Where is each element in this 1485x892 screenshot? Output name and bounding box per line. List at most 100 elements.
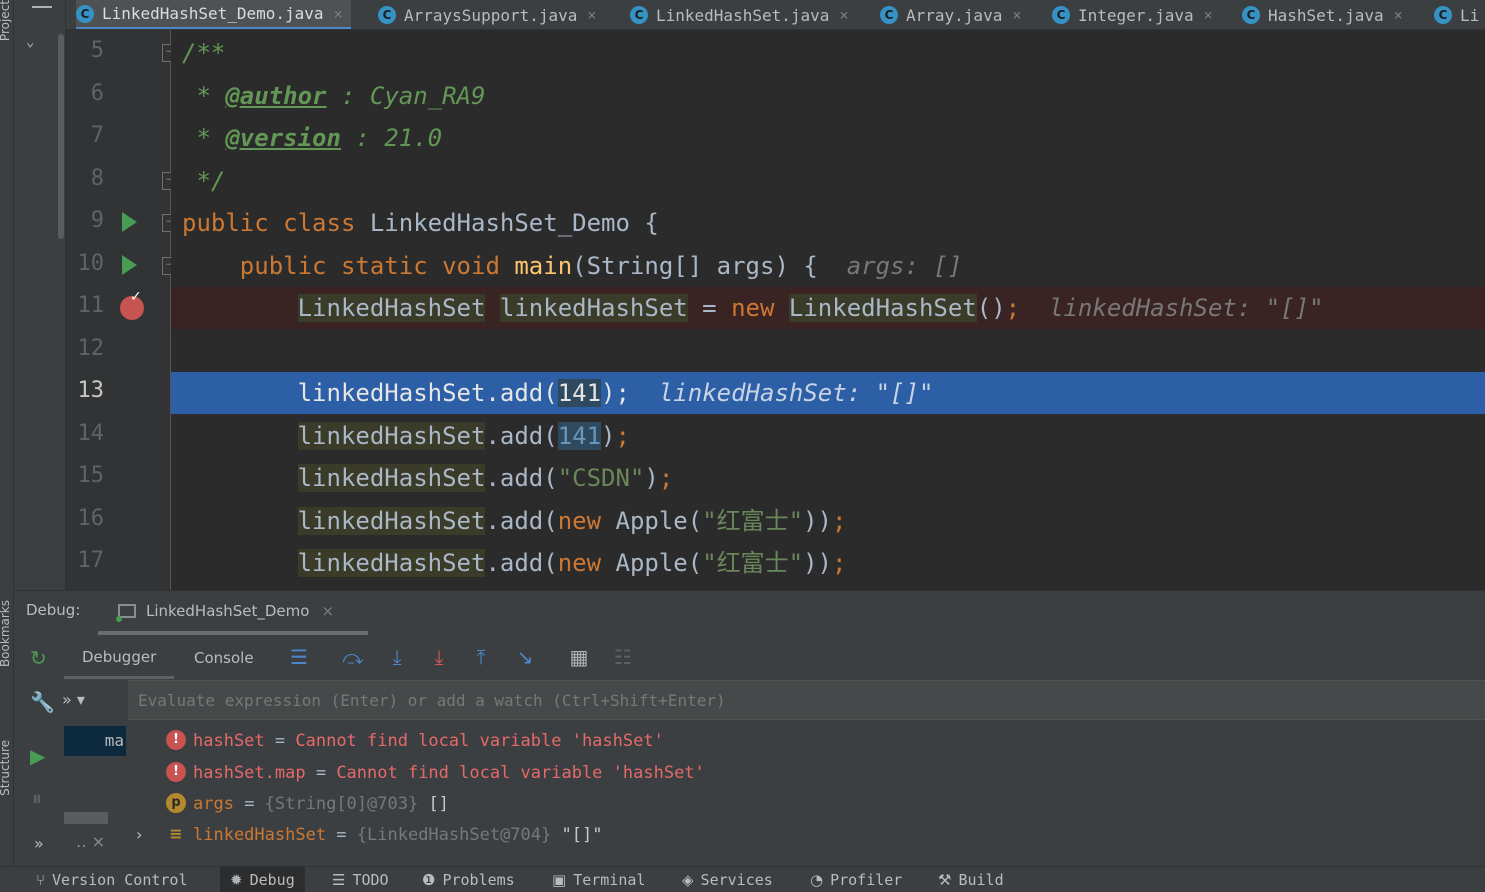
breakpoint-icon[interactable] (120, 289, 144, 320)
code-editor[interactable]: /** * @author : Cyan_RA9 * @version : 21… (171, 30, 1485, 590)
local-variable-icon: ≡ (169, 824, 183, 843)
keyword: static (340, 252, 428, 280)
tool-label: TODO (352, 871, 389, 889)
close-icon[interactable]: × (1204, 6, 1213, 24)
close-icon[interactable]: × (321, 602, 334, 620)
debug-tool-button[interactable]: ✹ Debug (220, 867, 305, 892)
variable-error: Cannot find local variable 'hashSet' (336, 763, 705, 783)
code-text: )) (803, 549, 833, 577)
error-icon: ! (166, 730, 186, 750)
todo-tool-button[interactable]: ☰ TODO (332, 867, 389, 892)
build-tool-button[interactable]: ⚒ Build (938, 867, 1004, 892)
more-actions-icon[interactable]: » (34, 834, 44, 853)
tab-linkedhashset-demo[interactable]: C LinkedHashSet_Demo.java × (76, 0, 351, 29)
tab-linkedhashset[interactable]: C LinkedHashSet.java × (630, 0, 848, 29)
inline-debug-value: linkedHashSet: "[]" (658, 379, 934, 407)
force-step-into-icon[interactable]: ⤓ (426, 645, 452, 669)
variable-name: linkedHashSet (297, 464, 486, 492)
step-into-icon[interactable]: ⤓ (384, 645, 410, 669)
close-icon[interactable]: × (587, 6, 596, 24)
frames-more[interactable]: ‥ × (76, 832, 105, 851)
code-line-7: * @version : 21.0 (171, 117, 1485, 159)
debug-session-tab[interactable]: LinkedHashSet_Demo × (98, 591, 368, 635)
keyword: new (731, 294, 775, 322)
structure-tool-label[interactable]: Structure (0, 740, 12, 796)
tab-overflow[interactable]: C Li (1434, 0, 1479, 29)
semicolon: ; (832, 507, 847, 535)
resume-icon[interactable]: ▶ (30, 744, 45, 768)
close-icon[interactable]: × (334, 5, 343, 23)
bookmarks-tool-label[interactable]: Bookmarks (0, 600, 12, 667)
step-out-icon[interactable]: ⤒ (468, 645, 494, 669)
rerun-icon[interactable]: ↻ (30, 646, 47, 670)
code-line-16: linkedHashSet.add(new Apple("红富士")); (171, 500, 1485, 542)
keyword: class (283, 209, 356, 237)
profiler-tool-button[interactable]: ◔ Profiler (810, 867, 902, 892)
code-line-17: linkedHashSet.add(new Apple("红富士")); (171, 542, 1485, 584)
project-tool-label[interactable]: Project (0, 0, 12, 41)
frames-scrollbar[interactable] (64, 812, 108, 824)
variable-name: args (193, 794, 234, 814)
tab-hashset[interactable]: C HashSet.java × (1242, 0, 1403, 29)
evaluate-expression-icon[interactable]: ▦ (566, 645, 592, 669)
variable-row[interactable]: ! hashSet = Cannot find local variable '… (130, 726, 664, 756)
code-line-15: linkedHashSet.add("CSDN"); (171, 457, 1485, 499)
services-tool-button[interactable]: ◈ Services (682, 867, 773, 892)
run-to-cursor-icon[interactable]: ↘ (512, 645, 538, 669)
project-scrollbar[interactable] (58, 34, 64, 239)
code-line-6: * @author : Cyan_RA9 (171, 75, 1485, 117)
tool-label: Version Control (52, 871, 188, 889)
tab-console[interactable]: Console (176, 637, 272, 679)
close-icon[interactable]: × (1012, 6, 1021, 24)
tab-array[interactable]: C Array.java × (880, 0, 1021, 29)
keyword: new (557, 549, 602, 577)
evaluate-expression-input[interactable]: Evaluate expression (Enter) or add a wat… (128, 680, 1485, 720)
watch-toolbar[interactable]: » ▾ (62, 690, 85, 709)
line-number: 9 (90, 208, 104, 233)
tab-debugger[interactable]: Debugger (64, 637, 175, 679)
number-literal: 141 (557, 422, 602, 450)
settings-wrench-icon[interactable]: 🔧 (30, 690, 55, 714)
doc-tag: @author (225, 82, 327, 110)
variable-value: [] (418, 794, 449, 814)
variable-row[interactable]: › ≡ linkedHashSet = {LinkedHashSet@704} … (130, 820, 602, 850)
class-icon: C (630, 6, 648, 24)
keyword: void (442, 252, 500, 280)
line-number: 12 (77, 336, 105, 361)
tab-arrayssupport[interactable]: C ArraysSupport.java × (378, 0, 596, 29)
variable-row[interactable]: ! hashSet.map = Cannot find local variab… (130, 758, 705, 788)
chevron-down-icon[interactable]: ⌄ (26, 34, 34, 50)
tab-integer[interactable]: C Integer.java × (1052, 0, 1213, 29)
minimize-icon[interactable] (32, 6, 52, 8)
keyword: public (182, 209, 269, 237)
chevron-right-icon[interactable]: › (136, 820, 142, 850)
close-icon[interactable]: × (1394, 6, 1403, 24)
step-over-icon[interactable]: ⤼ (340, 645, 366, 669)
run-main-icon[interactable] (122, 255, 137, 275)
run-class-icon[interactable] (122, 212, 137, 232)
pause-icon[interactable]: ⏸ (32, 786, 42, 810)
editor-tab-bar: C LinkedHashSet_Demo.java × C ArraysSupp… (66, 0, 1485, 30)
variable-name: hashSet.map (193, 763, 306, 783)
variable-row[interactable]: p args = {String[0]@703} [] (130, 789, 449, 819)
variable-type: {LinkedHashSet@704} (356, 825, 552, 845)
session-icon (116, 604, 136, 622)
version-control-button[interactable]: ⑂ Version Control (36, 867, 187, 892)
close-icon[interactable]: × (839, 6, 848, 24)
type-name: LinkedHashSet (297, 294, 486, 322)
problems-tool-button[interactable]: ❶ Problems (422, 867, 515, 892)
trace-stream-icon[interactable]: ☷ (610, 645, 636, 669)
show-execution-point-icon[interactable]: ☰ (286, 645, 312, 669)
problems-icon: ❶ (422, 871, 436, 889)
code-text: ); (601, 379, 630, 407)
class-icon: C (880, 6, 898, 24)
debug-label: Debug: (26, 601, 81, 619)
frames-list: ma ‥ × (64, 724, 126, 854)
semicolon: ; (615, 422, 630, 450)
string-literal: "CSDN" (557, 464, 645, 492)
code-text: .add( (485, 464, 558, 492)
terminal-tool-button[interactable]: ▣ Terminal (552, 867, 645, 892)
line-number: 16 (77, 506, 105, 531)
frame-item-selected[interactable]: ma (64, 726, 126, 756)
line-number: 11 (77, 293, 105, 318)
